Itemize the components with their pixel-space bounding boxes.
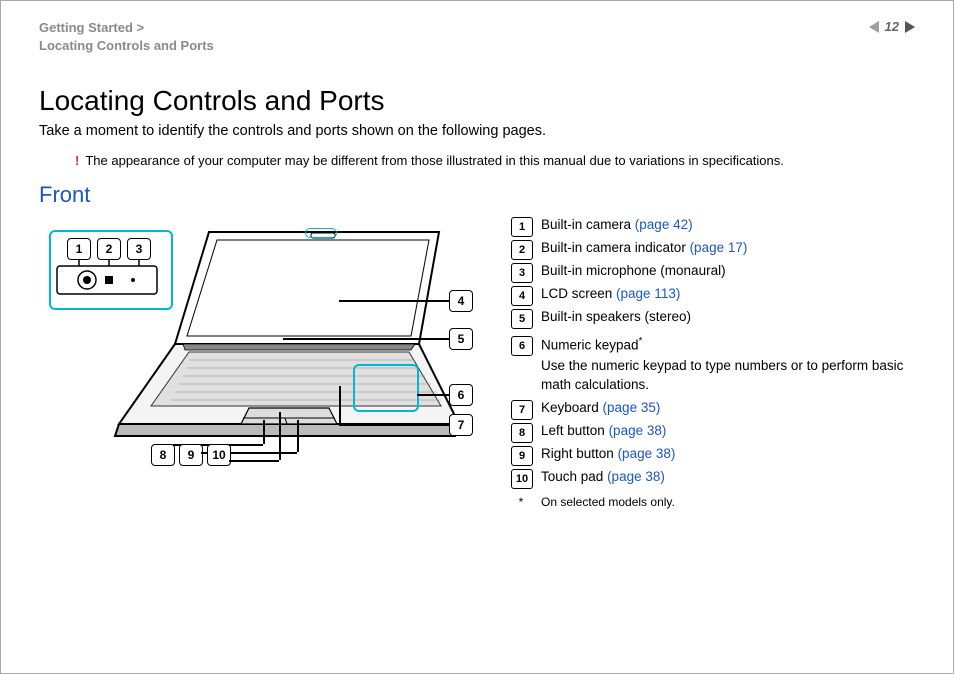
warning-icon: ! [75,153,79,168]
leader-6 [417,394,449,396]
legend-text-4: LCD screen [541,286,616,301]
numeric-keypad-highlight [353,364,419,412]
header: Getting Started > Locating Controls and … [39,19,915,55]
legend-badge-6: 6 [511,336,533,356]
legend-sub-6: Use the numeric keypad to type numbers o… [541,357,915,395]
legend-item-6: 6 Numeric keypad* Use the numeric keypad… [511,335,915,394]
footnote-star: * [511,495,531,509]
legend-item-1: 1 Built-in camera (page 42) [511,216,915,237]
callout-7: 7 [449,414,473,436]
legend-sup-6: * [639,336,643,347]
legend-text-8: Left button [541,423,609,438]
legend-item-2: 2 Built-in camera indicator (page 17) [511,239,915,260]
callout-9: 9 [179,444,203,466]
legend-text-9: Right button [541,446,618,461]
legend-badge-3: 3 [511,263,533,283]
page-link-35[interactable]: (page 35) [603,400,661,415]
section-heading: Front [39,182,915,208]
next-page-icon[interactable] [905,21,915,33]
legend-item-8: 8 Left button (page 38) [511,422,915,443]
laptop-icon [79,224,459,464]
page-link-38c[interactable]: (page 38) [607,469,665,484]
legend-text-6: Numeric keypad [541,338,639,353]
leader-10b [229,460,279,462]
page-link-113[interactable]: (page 113) [616,286,680,301]
legend-badge-5: 5 [511,309,533,329]
leader-9a [297,420,299,452]
legend-text-5: Built-in speakers (stereo) [541,309,691,324]
callout-8: 8 [151,444,175,466]
page-title: Locating Controls and Ports [39,85,915,117]
breadcrumb-line-2: Locating Controls and Ports [39,37,214,55]
callout-4: 4 [449,290,473,312]
footnote-text: On selected models only. [541,495,675,509]
page: Getting Started > Locating Controls and … [0,0,954,674]
callout-5: 5 [449,328,473,350]
legend-item-3: 3 Built-in microphone (monaural) [511,262,915,283]
breadcrumb-line-1: Getting Started > [39,19,214,37]
legend-text-10: Touch pad [541,469,607,484]
pager: 12 [869,19,915,34]
laptop-diagram: 1 2 3 [39,216,479,476]
leader-4 [339,300,449,302]
legend-item-9: 9 Right button (page 38) [511,445,915,466]
leader-8a [263,420,265,444]
legend-text-1: Built-in camera [541,217,635,232]
page-link-38a[interactable]: (page 38) [609,423,667,438]
page-link-42[interactable]: (page 42) [635,217,693,232]
prev-page-icon[interactable] [869,21,879,33]
camera-bar-highlight [305,228,337,238]
legend: 1 Built-in camera (page 42) 2 Built-in c… [511,216,915,508]
legend-badge-7: 7 [511,400,533,420]
body: 1 2 3 [39,216,915,508]
legend-item-10: 10 Touch pad (page 38) [511,468,915,489]
legend-item-5: 5 Built-in speakers (stereo) [511,308,915,329]
leader-7a [339,424,449,426]
leader-7b [339,386,341,424]
legend-item-7: 7 Keyboard (page 35) [511,399,915,420]
intro-text: Take a moment to identify the controls a… [39,123,915,139]
legend-badge-2: 2 [511,240,533,260]
legend-item-4: 4 LCD screen (page 113) [511,285,915,306]
legend-badge-10: 10 [511,469,533,489]
legend-text-7: Keyboard [541,400,603,415]
legend-text-3: Built-in microphone (monaural) [541,263,726,278]
breadcrumb: Getting Started > Locating Controls and … [39,19,214,55]
callout-6: 6 [449,384,473,406]
legend-badge-4: 4 [511,286,533,306]
page-link-17[interactable]: (page 17) [690,240,748,255]
legend-text-2: Built-in camera indicator [541,240,690,255]
leader-10a [279,412,281,460]
page-number: 12 [885,19,899,34]
footnote: * On selected models only. [511,495,915,509]
legend-badge-9: 9 [511,446,533,466]
note-text: The appearance of your computer may be d… [85,153,784,168]
page-link-38b[interactable]: (page 38) [618,446,676,461]
note: ! The appearance of your computer may be… [75,153,915,168]
legend-badge-1: 1 [511,217,533,237]
callout-10: 10 [207,444,231,466]
legend-badge-8: 8 [511,423,533,443]
leader-5 [283,338,449,340]
